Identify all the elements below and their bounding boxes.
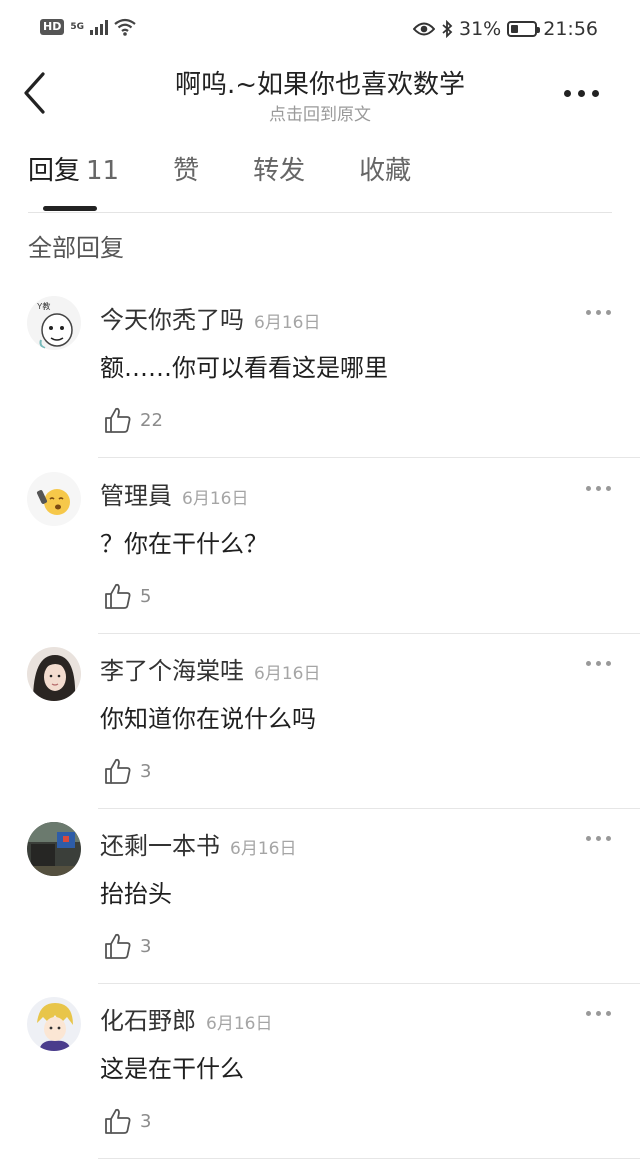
like-button[interactable]: 3 [104,1107,151,1135]
divider [98,983,640,984]
reply-date: 6月16日 [254,664,321,684]
reply-content: 这是在干什么 [100,1055,244,1083]
active-tab-indicator [43,206,97,211]
reply-content: 抬抬头 [100,880,172,908]
like-count: 3 [140,935,152,957]
status-bar: HD 5G 31% 21:56 [0,0,640,62]
author-name: 化石野郎 [100,1007,196,1035]
author-name: 今天你秃了吗 [100,306,244,334]
author-name: 李了个海棠哇 [100,657,244,685]
tab-replies-count: 11 [86,156,120,186]
like-count: 5 [140,585,152,607]
tabs-divider [28,212,612,213]
reply-date: 6月16日 [206,1014,273,1034]
reply-more-icon[interactable] [586,661,612,669]
tab-reposts[interactable]: 转发 [253,150,305,206]
network-type: 5G [70,21,84,32]
tab-likes[interactable]: 赞 [173,150,199,206]
thumbs-up-icon [105,407,131,433]
thumbs-up-icon [105,583,131,609]
reply-author[interactable]: 今天你秃了吗 6月16日 [100,300,320,335]
svg-text:Y教: Y教 [37,301,50,311]
avatar[interactable] [27,647,81,701]
thumbs-up-icon [105,1108,131,1134]
reply-more-icon[interactable] [586,1011,612,1019]
divider [98,633,640,634]
like-button[interactable]: 22 [104,406,163,434]
reply-content: 额……你可以看看这是哪里 [100,354,388,382]
wifi-icon [114,18,136,36]
reply-item: 李了个海棠哇 6月16日 你知道你在说什么吗 3 [0,647,640,822]
reply-author[interactable]: 还剩一本书 6月16日 [100,826,296,861]
reply-item: 化石野郎 6月16日 这是在干什么 3 [0,997,640,1172]
tab-replies-label: 回复 [28,156,81,186]
reply-item: 管理員 6月16日 ？你在干什么？ 5 [0,472,640,647]
reply-more-icon[interactable] [586,310,612,318]
page-title: 啊呜.~如果你也喜欢数学 [174,70,466,100]
tab-bar: 回复 11 赞 转发 收藏 [28,150,465,210]
bluetooth-icon [442,20,453,38]
like-count: 3 [140,760,152,782]
clock: 21:56 [543,18,598,40]
section-title: 全部回复 [28,234,124,262]
like-count: 3 [140,1110,152,1132]
avatar[interactable] [27,997,81,1051]
reply-item: Y教 今天你秃了吗 6月16日 额……你可以看看这是哪里 22 [0,296,640,471]
more-options-icon[interactable] [560,84,604,104]
reply-content: 你知道你在说什么吗 [100,705,316,733]
reply-author[interactable]: 化石野郎 6月16日 [100,1001,272,1036]
divider [98,808,640,809]
thumbs-up-icon [105,758,131,784]
reply-author[interactable]: 管理員 6月16日 [100,476,248,511]
divider [98,457,640,458]
like-button[interactable]: 3 [104,757,151,785]
eye-icon [413,22,435,36]
reply-date: 6月16日 [230,839,297,859]
author-name: 管理員 [100,482,172,510]
battery-icon [507,21,541,37]
divider [98,1158,640,1159]
reply-more-icon[interactable] [586,836,612,844]
author-name: 还剩一本书 [100,832,220,860]
tab-replies[interactable]: 回复 11 [28,150,119,206]
avatar[interactable] [27,822,81,876]
like-button[interactable]: 5 [104,582,151,610]
reply-author[interactable]: 李了个海棠哇 6月16日 [100,651,320,686]
hd-voice-icon: HD [40,19,65,35]
signal-icon [90,19,108,35]
reply-content: ？你在干什么？ [100,530,268,558]
reply-more-icon[interactable] [586,486,612,494]
reply-date: 6月16日 [254,313,321,333]
reply-date: 6月16日 [182,489,249,509]
avatar[interactable] [27,472,81,526]
back-arrow-icon[interactable] [18,70,58,116]
reply-item: 还剩一本书 6月16日 抬抬头 3 [0,822,640,997]
battery-percent: 31% [459,18,502,40]
like-count: 22 [140,409,163,431]
like-button[interactable]: 3 [104,932,151,960]
back-to-original-link[interactable]: 点击回到原文 [80,100,560,125]
thumbs-up-icon [105,933,131,959]
tab-favorites[interactable]: 收藏 [359,150,411,206]
avatar[interactable]: Y教 [27,296,81,350]
